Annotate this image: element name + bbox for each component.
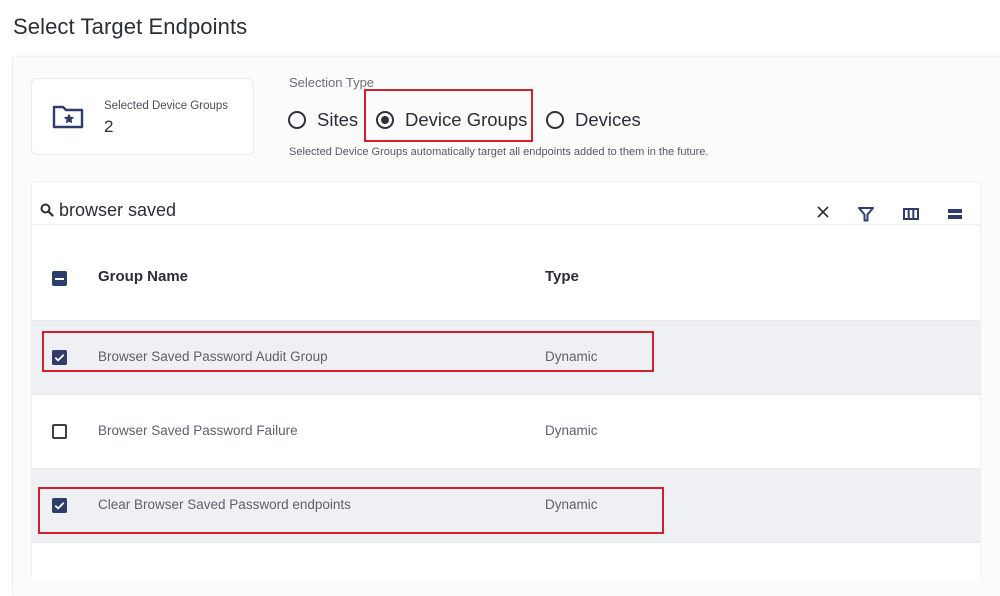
group-name-cell: Browser Saved Password Failure	[98, 423, 298, 438]
radio-label: Devices	[575, 109, 641, 130]
group-name-cell: Browser Saved Password Audit Group	[98, 349, 328, 364]
select-all-checkbox[interactable]	[52, 271, 67, 286]
clear-search-button[interactable]	[812, 201, 834, 223]
folder-star-icon	[52, 105, 84, 129]
columns-icon	[903, 208, 919, 220]
summary-count: 2	[104, 117, 114, 136]
page-title: Select Target Endpoints	[13, 14, 248, 39]
column-header-group-name[interactable]: Group Name	[98, 268, 188, 285]
radio-label: Sites	[317, 109, 359, 130]
table-row[interactable]: Browser Saved Password Audit Group Dynam…	[32, 320, 980, 394]
radio-sites[interactable]: Sites	[288, 108, 358, 132]
type-cell: Dynamic	[545, 423, 598, 438]
close-icon	[817, 206, 829, 218]
type-cell: Dynamic	[545, 349, 598, 364]
filter-button[interactable]	[855, 203, 877, 225]
row-checkbox-checked[interactable]	[52, 350, 67, 365]
type-cell: Dynamic	[545, 497, 598, 512]
radio-label: Device Groups	[405, 109, 528, 130]
table-row-empty	[32, 542, 980, 582]
search-input[interactable]	[59, 198, 799, 222]
radio-circle-checked[interactable]	[376, 111, 394, 129]
summary-label: Selected Device Groups	[104, 100, 229, 112]
search-bar	[32, 182, 980, 225]
table-row[interactable]: Browser Saved Password Failure Dynamic	[32, 394, 980, 468]
filter-icon	[858, 207, 874, 222]
radio-devices[interactable]: Devices	[546, 108, 641, 132]
radio-device-groups[interactable]: Device Groups	[376, 108, 527, 132]
selection-hint: Selected Device Groups automatically tar…	[289, 146, 709, 158]
density-icon	[948, 209, 962, 219]
groups-table: Group Name Type Browser Saved Password A…	[31, 181, 981, 582]
columns-button[interactable]	[900, 203, 922, 225]
column-header-type[interactable]: Type	[545, 268, 579, 285]
group-name-cell: Clear Browser Saved Password endpoints	[98, 497, 351, 512]
density-button[interactable]	[944, 203, 966, 225]
radio-circle[interactable]	[546, 111, 564, 129]
row-checkbox-checked[interactable]	[52, 498, 67, 513]
table-row[interactable]: Clear Browser Saved Password endpoints D…	[32, 468, 980, 542]
radio-circle[interactable]	[288, 111, 306, 129]
selected-groups-summary: Selected Device Groups 2	[31, 78, 254, 155]
selection-type-label: Selection Type	[289, 75, 375, 90]
row-checkbox[interactable]	[52, 424, 67, 439]
search-icon	[40, 203, 54, 217]
table-header: Group Name Type	[32, 226, 980, 320]
